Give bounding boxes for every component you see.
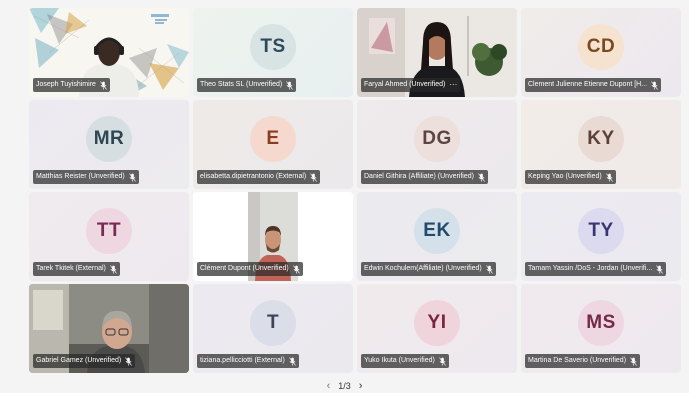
- participant-name: Yuko Ikuta (Unverified): [364, 357, 435, 364]
- participant-tile[interactable]: TT Tarek Tkitek (External): [29, 192, 189, 281]
- participant-avatar: EK: [414, 208, 460, 255]
- participant-name-label: elisabetta.dipietrantonio (External): [197, 170, 321, 184]
- participant-avatar: TY: [578, 208, 624, 255]
- participant-gallery: Joseph Tuyishimire TS Theo Stats SL (Unv…: [29, 8, 683, 375]
- page-indicator: 1/3: [338, 381, 351, 391]
- next-page-button[interactable]: ›: [359, 380, 363, 392]
- participant-tile[interactable]: MR Matthias Reister (Unverified): [29, 100, 189, 189]
- participant-tile[interactable]: T tiziana.pellicciotti (External): [193, 284, 353, 373]
- mic-off-icon: [310, 172, 318, 182]
- participant-tile[interactable]: Gabriel Gamez (Unverified): [29, 284, 189, 373]
- participant-name: Matthias Reister (Unverified): [36, 173, 125, 180]
- participant-tile[interactable]: TS Theo Stats SL (Unverified): [193, 8, 353, 97]
- participant-avatar: MR: [86, 116, 132, 163]
- participant-avatar: MS: [578, 300, 624, 347]
- mic-off-icon: [651, 80, 658, 90]
- mic-off-icon: [286, 80, 294, 90]
- more-options-icon[interactable]: ···: [449, 81, 457, 89]
- participant-avatar: E: [250, 116, 296, 163]
- mic-off-icon: [656, 264, 664, 274]
- mic-off-icon: [292, 264, 300, 274]
- participant-name-label: Yuko Ikuta (Unverified): [361, 354, 449, 368]
- participant-tile[interactable]: EK Edwin Kochulem(Affiliate) (Unverified…: [357, 192, 517, 281]
- participant-name-label: Clement Julienne Etienne Dupont [H...: [525, 78, 662, 92]
- previous-page-button[interactable]: ‹: [327, 380, 331, 392]
- participant-tile[interactable]: Clément Dupont (Unverified): [193, 192, 353, 281]
- participant-tile[interactable]: CD Clement Julienne Etienne Dupont [H...: [521, 8, 681, 97]
- participant-tile[interactable]: Joseph Tuyishimire: [29, 8, 189, 97]
- participant-avatar: CD: [578, 24, 624, 71]
- participant-tile[interactable]: KY Keping Yao (Unverified): [521, 100, 681, 189]
- participant-name-label: Gabriel Gamez (Unverified): [33, 354, 136, 368]
- participant-avatar: TT: [86, 208, 132, 255]
- participant-tile[interactable]: DG Daniel Githira (Affiliate) (Unverifie…: [357, 100, 517, 189]
- mic-off-icon: [605, 172, 613, 182]
- participant-name-label: Martina De Saverio (Unverified): [525, 354, 641, 368]
- mic-off-icon: [100, 80, 107, 90]
- participant-name: Theo Stats SL (Unverified): [200, 81, 283, 88]
- mic-off-icon: [128, 172, 136, 182]
- participant-tile[interactable]: E elisabetta.dipietrantonio (External): [193, 100, 353, 189]
- participant-name-label: Edwin Kochulem(Affiliate) (Unverified): [361, 262, 496, 276]
- participant-name: tiziana.pellicciotti (External): [200, 357, 285, 364]
- participant-name: Keping Yao (Unverified): [528, 173, 602, 180]
- participant-name: Joseph Tuyishimire: [36, 81, 96, 88]
- participant-tile[interactable]: Faryal Ahmed (Unverified) ···: [357, 8, 517, 97]
- participant-name: Gabriel Gamez (Unverified): [36, 357, 122, 364]
- participant-name: Clement Julienne Etienne Dupont [H...: [528, 81, 648, 88]
- mic-off-icon: [630, 356, 637, 366]
- participant-name-label: Clément Dupont (Unverified): [197, 262, 303, 276]
- gallery-pager: ‹ 1/3 ›: [0, 380, 689, 392]
- participant-name: Daniel Githira (Affiliate) (Unverified): [364, 173, 474, 180]
- participant-avatar: T: [250, 300, 296, 347]
- participant-name-label: Daniel Githira (Affiliate) (Unverified): [361, 170, 488, 184]
- mic-off-icon: [288, 356, 296, 366]
- participant-avatar: YI: [414, 300, 460, 347]
- mic-off-icon: [485, 264, 493, 274]
- participant-avatar: TS: [250, 24, 296, 71]
- mic-off-icon: [438, 356, 446, 366]
- participant-tile[interactable]: YI Yuko Ikuta (Unverified): [357, 284, 517, 373]
- participant-name: Tamam Yassin /DoS - Jordan (Unverifi...: [528, 265, 653, 272]
- participant-avatar: KY: [578, 116, 624, 163]
- participant-name: elisabetta.dipietrantonio (External): [200, 173, 307, 180]
- participant-name: Edwin Kochulem(Affiliate) (Unverified): [364, 265, 482, 272]
- participant-name-label: tiziana.pellicciotti (External): [197, 354, 299, 368]
- participant-name: Clément Dupont (Unverified): [200, 265, 289, 272]
- mic-off-icon: [125, 356, 133, 366]
- participant-name: Martina De Saverio (Unverified): [528, 357, 627, 364]
- participant-tile[interactable]: MS Martina De Saverio (Unverified): [521, 284, 681, 373]
- participant-avatar: DG: [414, 116, 460, 163]
- participant-name-label: Joseph Tuyishimire: [33, 78, 110, 92]
- participant-name-label: Tarek Tkitek (External): [33, 262, 120, 276]
- mic-off-icon: [478, 172, 485, 182]
- participant-name-label: Theo Stats SL (Unverified): [197, 78, 297, 92]
- mic-off-icon: [110, 264, 117, 274]
- participant-name-label: Tamam Yassin /DoS - Jordan (Unverifi...: [525, 262, 667, 276]
- participant-tile[interactable]: TY Tamam Yassin /DoS - Jordan (Unverifi.…: [521, 192, 681, 281]
- participant-name-label: Matthias Reister (Unverified): [33, 170, 139, 184]
- participant-name-label: Faryal Ahmed (Unverified) ···: [361, 78, 461, 92]
- participant-name: Tarek Tkitek (External): [36, 265, 106, 272]
- participant-name-label: Keping Yao (Unverified): [525, 170, 616, 184]
- participant-name: Faryal Ahmed (Unverified): [364, 81, 446, 88]
